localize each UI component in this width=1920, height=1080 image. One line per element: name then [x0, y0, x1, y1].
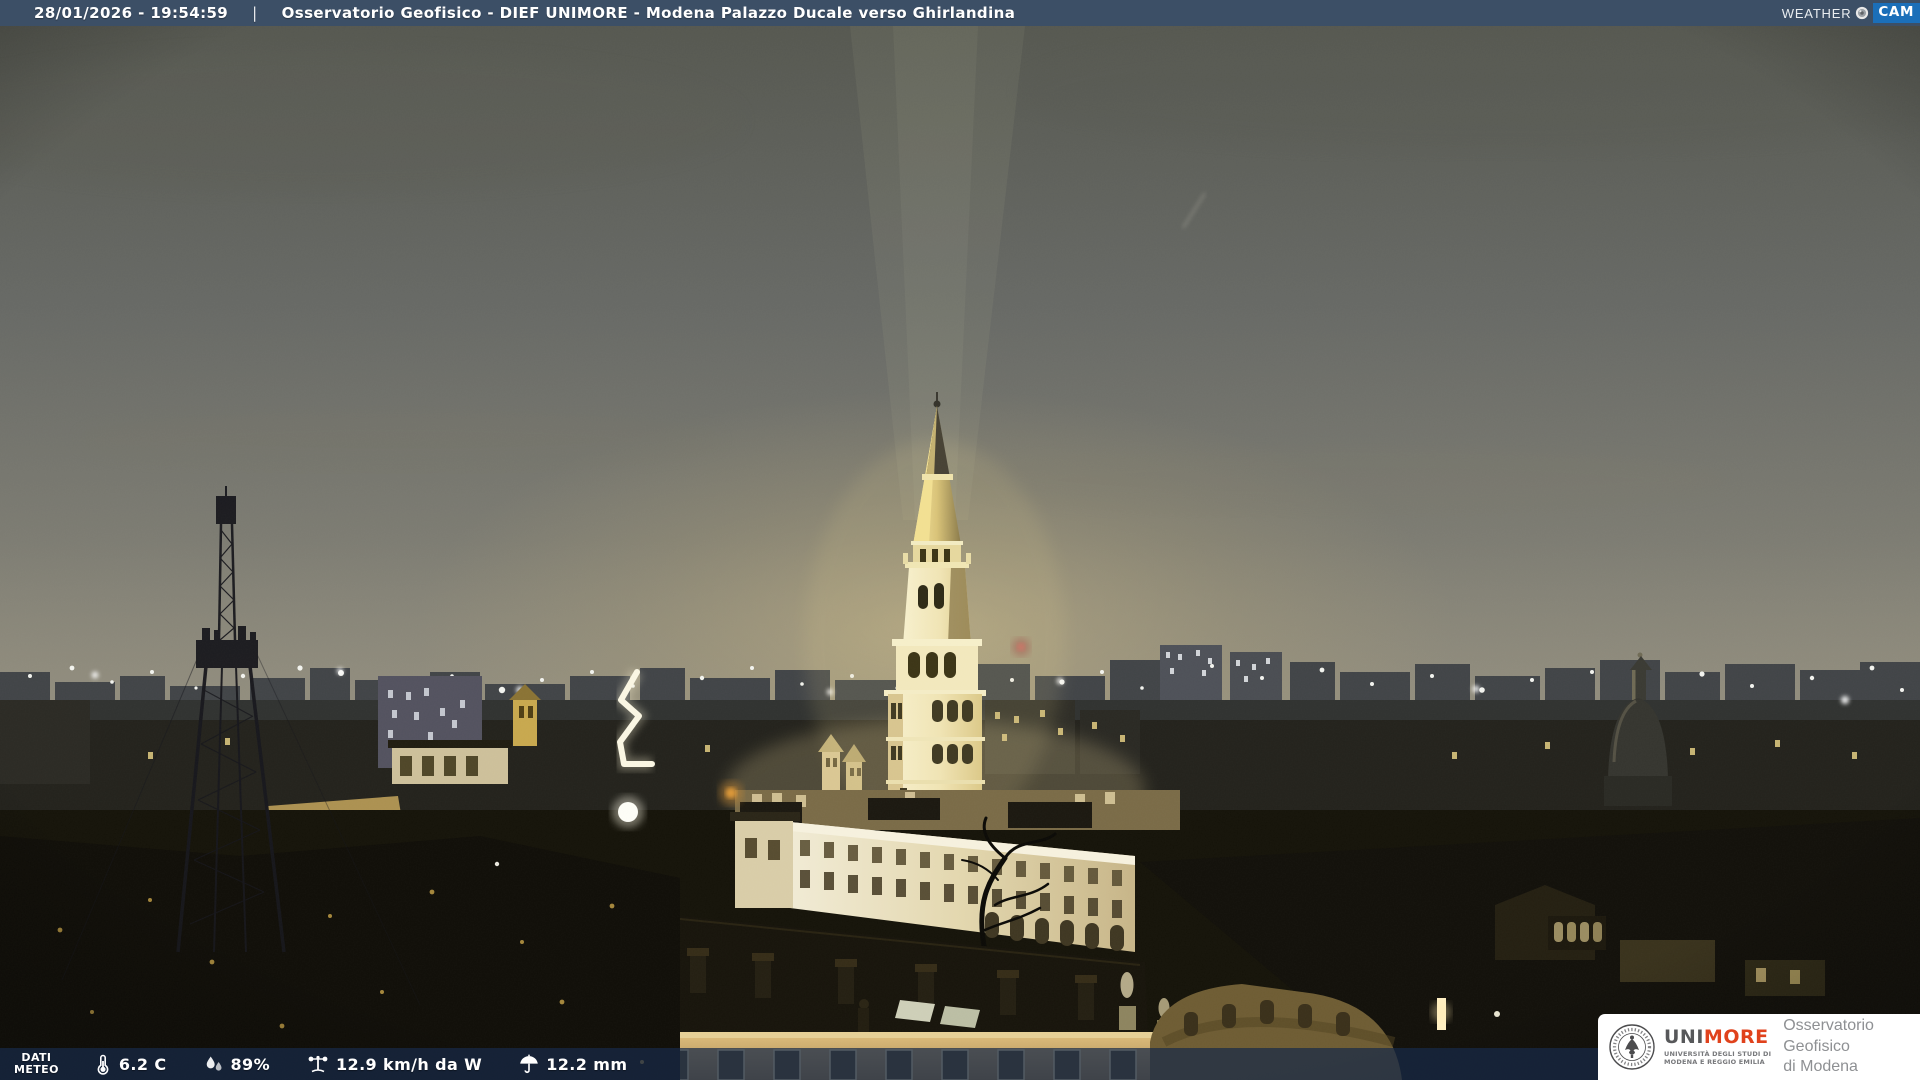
- webcam-scene: [0, 0, 1920, 1080]
- top-info-bar: 28/01/2026 - 19:54:59 | Osservatorio Geo…: [0, 0, 1920, 26]
- wind-reading: 12.9 km/h da W: [306, 1053, 482, 1075]
- camera-lens-icon: [1856, 6, 1869, 20]
- university-subtitle-line1: UNIVERSITÀ DEGLI STUDI DI: [1664, 1049, 1772, 1058]
- wind-value: 12.9 km/h da W: [336, 1054, 483, 1074]
- temperature-value: 6.2 C: [118, 1054, 167, 1074]
- rain-reading: 12.2 mm: [518, 1053, 627, 1075]
- observatory-name-line1: Osservatorio Geofisico: [1783, 1016, 1874, 1055]
- unimore-logo[interactable]: UNIMORE UNIVERSITÀ DEGLI STUDI DI MODENA…: [1598, 1014, 1920, 1080]
- unimore-uni-text: UNI: [1664, 1025, 1704, 1048]
- university-subtitle-line2: MODENA E REGGIO EMILIA: [1664, 1058, 1765, 1066]
- humidity-reading: 89%: [203, 1053, 271, 1075]
- film-grain: [0, 0, 1920, 1080]
- observatory-name: Osservatorio Geofisico di Modena: [1783, 1016, 1920, 1078]
- meteo-label: DATI METEO: [14, 1051, 59, 1076]
- humidity-value: 89%: [230, 1054, 270, 1074]
- unimore-seal-icon: [1609, 1024, 1655, 1070]
- rain-umbrella-icon: [520, 1054, 539, 1074]
- weathercam-logo[interactable]: WEATHER CAM: [1782, 0, 1920, 26]
- meteo-label-line2: METEO: [14, 1063, 59, 1076]
- observatory-name-line2: di Modena: [1783, 1058, 1858, 1076]
- datetime-text: 28/01/2026 - 19:54:59: [34, 4, 229, 22]
- unimore-wordmark: UNIMORE UNIVERSITÀ DEGLI STUDI DI MODENA…: [1664, 1025, 1772, 1066]
- webcam-title: Osservatorio Geofisico - DIEF UNIMORE - …: [281, 4, 1016, 22]
- humidity-drops-icon: [206, 1056, 221, 1071]
- temperature-reading: 6.2 C: [93, 1053, 167, 1075]
- weathercam-logo-cam: CAM: [1873, 3, 1920, 23]
- separator: |: [252, 4, 258, 22]
- thermometer-icon: [97, 1054, 109, 1075]
- anemometer-icon: [308, 1055, 328, 1073]
- unimore-more-text: MORE: [1703, 1025, 1769, 1048]
- rain-value: 12.2 mm: [546, 1054, 628, 1074]
- weathercam-logo-weather: WEATHER: [1781, 5, 1852, 21]
